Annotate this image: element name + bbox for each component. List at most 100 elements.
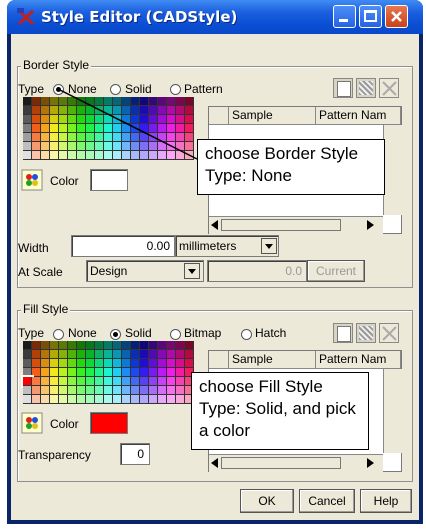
fill-sample-header[interactable]: Sample <box>229 351 316 369</box>
color-swatch[interactable] <box>122 359 131 368</box>
color-swatch[interactable] <box>23 350 32 359</box>
color-swatch[interactable] <box>32 377 41 386</box>
help-button[interactable]: Help <box>360 489 412 513</box>
color-swatch[interactable] <box>59 350 68 359</box>
scroll-thumb[interactable] <box>221 457 341 469</box>
color-swatch[interactable] <box>32 395 41 404</box>
color-swatch[interactable] <box>113 395 122 404</box>
color-swatch[interactable] <box>50 341 59 350</box>
color-swatch[interactable] <box>77 341 86 350</box>
color-swatch[interactable] <box>95 386 104 395</box>
color-swatch[interactable] <box>21 375 34 388</box>
color-swatch[interactable] <box>149 359 158 368</box>
color-swatch[interactable] <box>77 359 86 368</box>
transparency-input[interactable]: 0 <box>120 443 150 465</box>
color-swatch[interactable] <box>113 377 122 386</box>
fill-type-hatch-label[interactable]: Hatch <box>255 326 286 340</box>
color-swatch[interactable] <box>23 386 32 395</box>
color-swatch[interactable] <box>104 395 113 404</box>
maximize-button[interactable] <box>359 5 382 28</box>
color-swatch[interactable] <box>86 386 95 395</box>
color-swatch[interactable] <box>122 341 131 350</box>
color-swatch[interactable] <box>32 350 41 359</box>
color-swatch[interactable] <box>41 386 50 395</box>
color-swatch[interactable] <box>140 341 149 350</box>
color-swatch[interactable] <box>167 341 176 350</box>
color-swatch[interactable] <box>95 395 104 404</box>
color-swatch[interactable] <box>95 368 104 377</box>
ok-button[interactable]: OK <box>240 489 294 513</box>
color-swatch[interactable] <box>86 341 95 350</box>
units-dropdown-button[interactable] <box>261 238 277 254</box>
color-swatch[interactable] <box>149 350 158 359</box>
color-swatch[interactable] <box>32 359 41 368</box>
scroll-left-icon[interactable] <box>211 458 218 468</box>
color-swatch[interactable] <box>86 350 95 359</box>
fill-type-none-radio[interactable] <box>53 329 64 340</box>
fill-type-none-label[interactable]: None <box>68 326 97 340</box>
color-swatch[interactable] <box>131 377 140 386</box>
color-swatch[interactable] <box>176 350 185 359</box>
color-swatch[interactable] <box>176 359 185 368</box>
color-swatch[interactable] <box>122 395 131 404</box>
color-swatch[interactable] <box>104 386 113 395</box>
color-swatch[interactable] <box>113 386 122 395</box>
color-swatch[interactable] <box>41 341 50 350</box>
units-select[interactable]: millimeters <box>175 235 279 257</box>
color-swatch[interactable] <box>167 359 176 368</box>
color-swatch[interactable] <box>122 368 131 377</box>
color-swatch[interactable] <box>176 395 185 404</box>
color-swatch[interactable] <box>23 341 32 350</box>
color-swatch[interactable] <box>185 341 194 350</box>
color-swatch[interactable] <box>50 368 59 377</box>
color-swatch[interactable] <box>113 341 122 350</box>
color-swatch[interactable] <box>131 350 140 359</box>
color-swatch[interactable] <box>68 395 77 404</box>
at-scale-select[interactable]: Design <box>86 260 204 282</box>
fill-color-wheel-icon[interactable] <box>21 412 43 434</box>
color-swatch[interactable] <box>68 350 77 359</box>
color-swatch[interactable] <box>176 386 185 395</box>
color-swatch[interactable] <box>149 368 158 377</box>
color-swatch[interactable] <box>86 359 95 368</box>
color-swatch[interactable] <box>68 341 77 350</box>
minimize-button[interactable] <box>333 5 356 28</box>
color-swatch[interactable] <box>77 350 86 359</box>
color-swatch[interactable] <box>131 359 140 368</box>
cancel-button[interactable]: Cancel <box>299 489 355 513</box>
color-swatch[interactable] <box>50 395 59 404</box>
fill-type-hatch-radio[interactable] <box>241 329 252 340</box>
fill-type-bitmap-radio[interactable] <box>170 329 181 340</box>
color-swatch[interactable] <box>167 368 176 377</box>
color-swatch[interactable] <box>176 377 185 386</box>
color-swatch[interactable] <box>50 350 59 359</box>
color-swatch[interactable] <box>41 377 50 386</box>
color-swatch[interactable] <box>95 359 104 368</box>
edit-fill-pattern-icon[interactable] <box>356 323 376 343</box>
color-swatch[interactable] <box>185 359 194 368</box>
color-swatch[interactable] <box>167 386 176 395</box>
color-swatch[interactable] <box>104 359 113 368</box>
color-swatch[interactable] <box>59 377 68 386</box>
color-swatch[interactable] <box>59 395 68 404</box>
fill-color-swatch[interactable] <box>90 412 128 434</box>
color-swatch[interactable] <box>95 377 104 386</box>
color-swatch[interactable] <box>131 395 140 404</box>
color-swatch[interactable] <box>104 377 113 386</box>
color-swatch[interactable] <box>77 377 86 386</box>
color-swatch[interactable] <box>113 359 122 368</box>
color-swatch[interactable] <box>32 368 41 377</box>
color-swatch[interactable] <box>158 395 167 404</box>
color-swatch[interactable] <box>41 368 50 377</box>
delete-fill-pattern-icon[interactable] <box>379 323 399 343</box>
title-bar[interactable]: Style Editor (CADStyle) <box>7 0 423 34</box>
color-swatch[interactable] <box>50 359 59 368</box>
color-swatch[interactable] <box>158 368 167 377</box>
color-swatch[interactable] <box>113 350 122 359</box>
color-swatch[interactable] <box>158 350 167 359</box>
color-swatch[interactable] <box>68 368 77 377</box>
color-swatch[interactable] <box>158 386 167 395</box>
color-swatch[interactable] <box>59 341 68 350</box>
color-swatch[interactable] <box>185 350 194 359</box>
fill-type-solid-radio[interactable] <box>110 329 121 340</box>
